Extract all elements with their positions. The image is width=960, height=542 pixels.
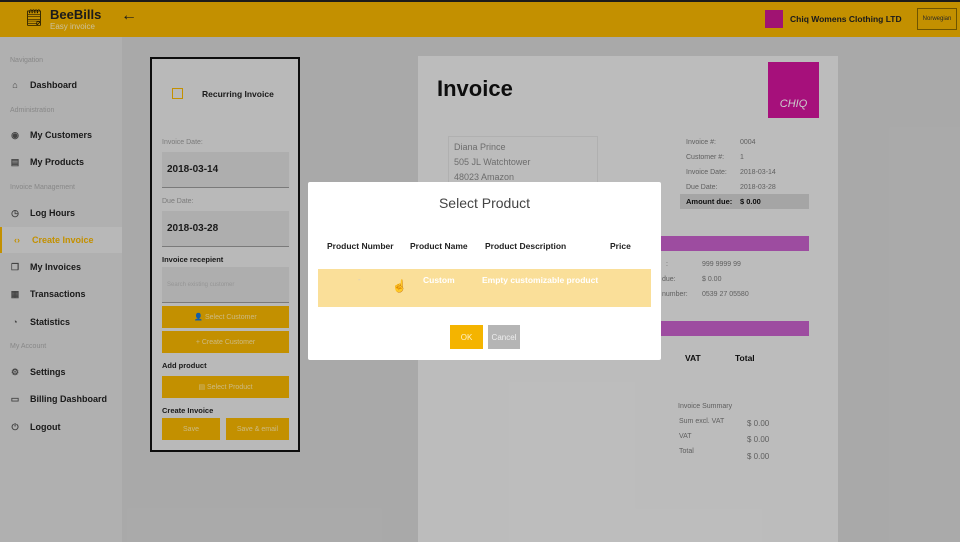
product-row[interactable]: - Custom Empty customizable product ☝ (318, 269, 651, 307)
modal-title: Select Product (438, 195, 531, 211)
header-product-name: Product Name (410, 241, 468, 251)
product-description: Empty customizable product (482, 275, 599, 285)
ok-button[interactable]: OK (450, 325, 483, 349)
select-product-modal: Select Product Product Number Product Na… (308, 182, 661, 360)
header-price: Price (610, 241, 631, 251)
header-product-number: Product Number (327, 241, 394, 251)
hand-cursor-icon: ☝ (392, 279, 407, 293)
cancel-button[interactable]: Cancel (488, 325, 520, 349)
header-product-description: Product Description (485, 241, 567, 251)
product-name: Custom (423, 275, 455, 285)
product-number: - (358, 275, 361, 284)
